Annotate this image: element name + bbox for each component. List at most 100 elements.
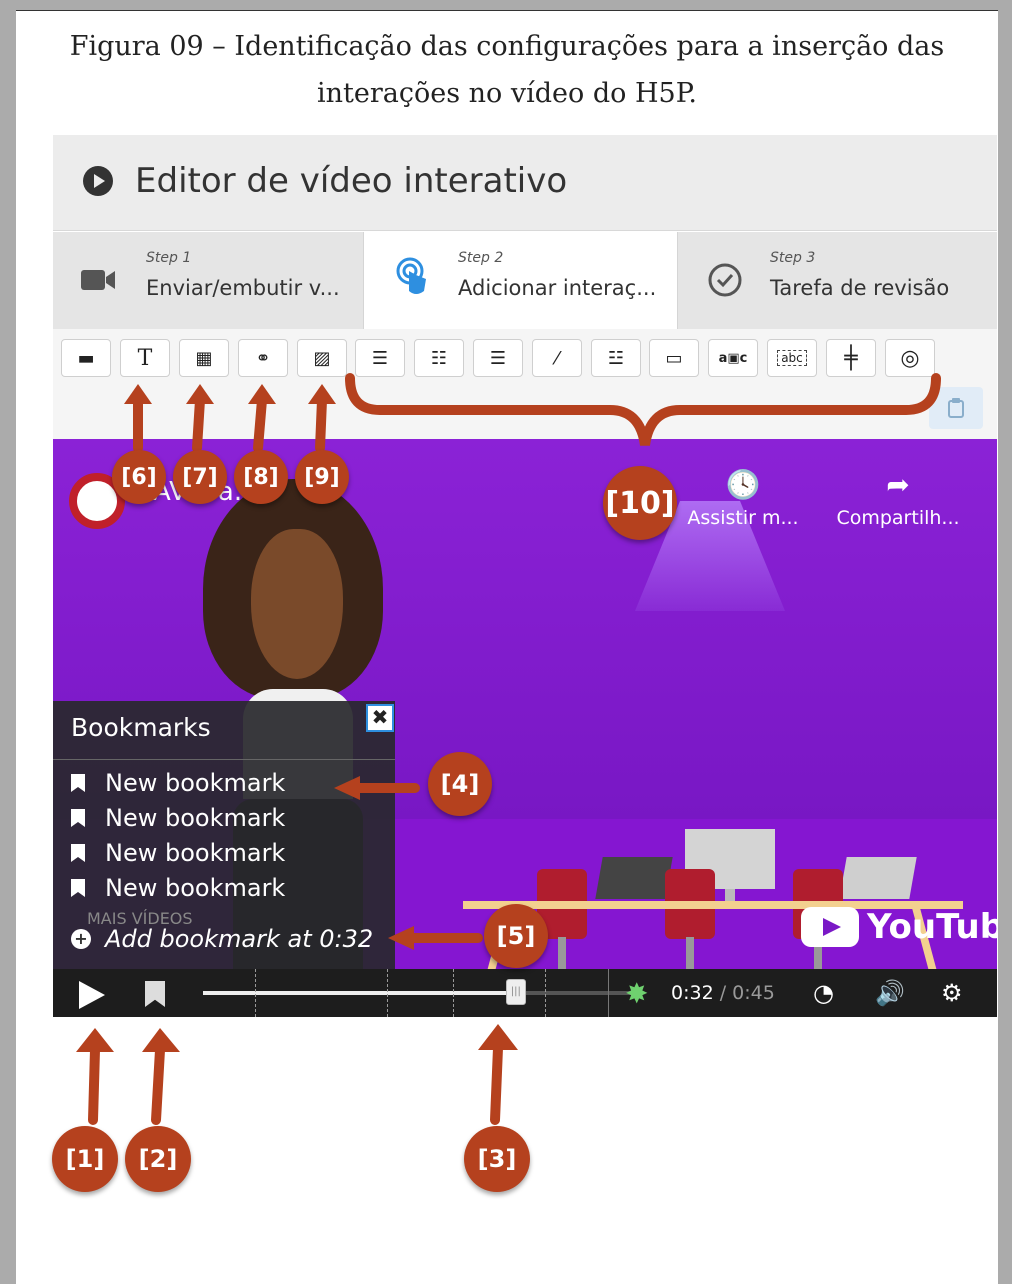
bookmark-marker	[453, 969, 454, 1017]
callout-8: [8]	[234, 450, 288, 504]
volume-icon[interactable]: 🔊	[875, 979, 905, 1007]
bookmark-label: New bookmark	[105, 839, 286, 867]
interaction-toolbar: ▬ T ▦ ⚭ ▨ ☰ ☷ ☰ ⁄ ☳ ▭ a▣c abc ╪ ◎	[53, 329, 997, 439]
tool-image-button[interactable]: ▨	[297, 339, 347, 377]
step-1-label: Enviar/embutir v...	[146, 276, 340, 300]
bookmarks-panel: Bookmarks ✖ New bookmark New bookmark Ne…	[53, 701, 395, 969]
share-button[interactable]: ➦ Compartilh...	[833, 463, 963, 529]
bookmark-item[interactable]: New bookmark	[71, 874, 285, 902]
callout-10: [10]	[603, 466, 677, 540]
youtube-logo[interactable]: YouTube	[801, 907, 997, 947]
image-icon: ▨	[313, 347, 331, 369]
tool-navigation-hotspot-button[interactable]: ◎	[885, 339, 935, 377]
list-icon: ☰	[371, 347, 389, 369]
editor-header: Editor de vídeo interativo	[53, 135, 997, 231]
share-icon: ➦	[886, 468, 910, 501]
tool-minus-button[interactable]: ▬	[61, 339, 111, 377]
summary-icon: ▭	[665, 347, 683, 369]
bookmark-icon	[71, 879, 85, 897]
clipboard-icon	[948, 398, 964, 418]
bookmark-item[interactable]: New bookmark	[71, 769, 285, 797]
bookmark-toggle-icon[interactable]	[145, 981, 165, 1007]
callout-9: [9]	[295, 450, 349, 504]
interactive-video-editor: Editor de vídeo interativo Step 1 Enviar…	[53, 135, 997, 1017]
callout-4: [4]	[428, 752, 492, 816]
bookmark-icon	[71, 844, 85, 862]
step-3-number: Step 3	[770, 250, 816, 266]
link-icon: ⚭	[255, 347, 271, 369]
bookmark-icon	[71, 774, 85, 792]
tool-fill-blanks-button[interactable]: ⁄	[532, 339, 582, 377]
share-label: Compartilh...	[836, 507, 960, 529]
tab-step-1[interactable]: Step 1 Enviar/embutir v...	[53, 232, 364, 329]
step-3-label: Tarefa de revisão	[770, 276, 950, 300]
star-marker-icon[interactable]: ✸	[625, 977, 648, 1010]
caption-line-1: Figura 09 – Identificação das configuraç…	[69, 31, 945, 62]
document-page: Figura 09 – Identificação das configuraç…	[16, 10, 998, 1284]
single-choice-icon: ☷	[430, 347, 448, 369]
tool-link-button[interactable]: ⚭	[238, 339, 288, 377]
play-icon[interactable]	[79, 981, 105, 1009]
step-tabs: Step 1 Enviar/embutir v... Step 2 Adicio…	[53, 232, 997, 329]
plus-circle-icon: +	[71, 929, 91, 949]
playback-speed-icon[interactable]: ◔	[813, 979, 834, 1007]
tool-multichoice-button[interactable]: ☰	[473, 339, 523, 377]
play-circle-icon	[83, 166, 113, 196]
youtube-play-icon	[801, 907, 859, 947]
watch-later-button[interactable]: 🕓 Assistir m...	[683, 463, 803, 529]
time-separator: /	[713, 982, 733, 1004]
multichoice-icon: ☰	[489, 347, 507, 369]
close-icon[interactable]: ✖	[366, 704, 394, 732]
bookmarks-title: Bookmarks	[71, 713, 211, 742]
callout-1: [1]	[52, 1126, 118, 1192]
caption-line-2: interações no vídeo do H5P.	[317, 78, 697, 109]
figure-caption: Figura 09 – Identificação das configuraç…	[16, 23, 998, 117]
add-bookmark-label: Add bookmark at 0:32	[105, 925, 374, 953]
laptop	[839, 857, 917, 899]
step-2-label: Adicionar interaç...	[458, 276, 657, 300]
tool-crossroads-button[interactable]: ╪	[826, 339, 876, 377]
video-camera-icon	[81, 270, 115, 290]
step-1-number: Step 1	[146, 250, 192, 266]
current-time: 0:32	[671, 982, 714, 1004]
tool-mark-words-button[interactable]: a▣c	[708, 339, 758, 377]
bookmark-marker	[545, 969, 546, 1017]
tool-drag-text-button[interactable]: abc	[767, 339, 817, 377]
table-icon: ▦	[195, 347, 213, 369]
bookmark-item[interactable]: New bookmark	[71, 839, 285, 867]
add-bookmark-button[interactable]: + Add bookmark at 0:32	[71, 925, 373, 953]
seek-progress	[203, 991, 516, 995]
callout-2: [2]	[125, 1126, 191, 1192]
tool-table-button[interactable]: ▦	[179, 339, 229, 377]
time-display: 0:32 / 0:45	[671, 982, 775, 1004]
bookmark-item[interactable]: New bookmark	[71, 804, 285, 832]
drag-drop-icon: ☳	[607, 347, 625, 369]
bookmark-marker	[387, 969, 388, 1017]
editor-title: Editor de vídeo interativo	[135, 161, 568, 201]
settings-gear-icon[interactable]: ⚙	[941, 979, 963, 1007]
seek-handle[interactable]: |||	[505, 979, 526, 1005]
callout-5: [5]	[484, 904, 548, 968]
callout-3: [3]	[464, 1126, 530, 1192]
tool-drag-drop-button[interactable]: ☳	[591, 339, 641, 377]
callout-6: [6]	[112, 450, 166, 504]
bookmark-label: New bookmark	[105, 769, 286, 797]
mark-words-icon: a▣c	[718, 350, 748, 366]
bookmark-icon	[71, 809, 85, 827]
tab-step-2[interactable]: Step 2 Adicionar interaç...	[364, 232, 678, 329]
bookmark-label: New bookmark	[105, 874, 286, 902]
tool-text-button[interactable]: T	[120, 339, 170, 377]
tab-step-3[interactable]: Step 3 Tarefa de revisão	[678, 232, 997, 329]
tool-statements-button[interactable]: ☰	[355, 339, 405, 377]
tool-summary-button[interactable]: ▭	[649, 339, 699, 377]
seek-bar[interactable]	[203, 969, 643, 1017]
laptop	[595, 857, 673, 899]
navigation-hotspot-icon: ◎	[900, 345, 920, 371]
paste-button[interactable]	[929, 387, 983, 429]
step-2-number: Step 2	[458, 250, 504, 266]
youtube-wordmark: YouTube	[867, 907, 997, 947]
divider	[53, 759, 395, 760]
tool-single-choice-button[interactable]: ☷	[414, 339, 464, 377]
check-circle-icon	[708, 263, 742, 297]
bookmark-marker	[255, 969, 256, 1017]
